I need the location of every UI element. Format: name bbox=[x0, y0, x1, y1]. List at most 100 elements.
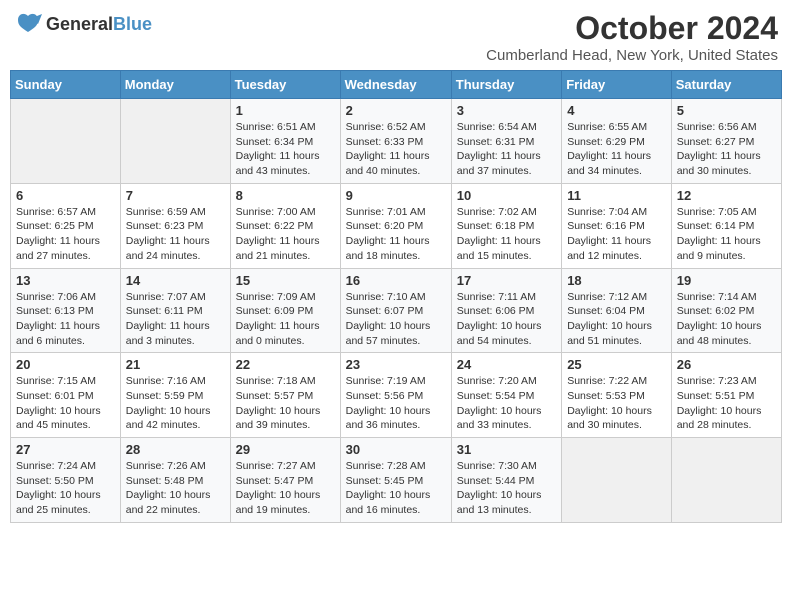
day-number: 26 bbox=[677, 357, 776, 372]
calendar-cell: 17 Sunrise: 7:11 AM Sunset: 6:06 PM Dayli… bbox=[451, 268, 561, 353]
calendar-cell: 28Sunrise: 7:26 AM Sunset: 5:48 PM Dayli… bbox=[120, 438, 230, 523]
calendar-cell: 21 Sunrise: 7:16 AM Sunset: 5:59 PM Dayli… bbox=[120, 353, 230, 438]
day-number: 7 bbox=[126, 188, 225, 203]
weekday-header-friday: Friday bbox=[562, 71, 672, 99]
day-info: Sunrise: 7:30 AM Sunset: 5:44 PM Dayligh… bbox=[457, 459, 556, 518]
weekday-header-monday: Monday bbox=[120, 71, 230, 99]
calendar-cell: 2Sunrise: 6:52 AM Sunset: 6:33 PM Daylig… bbox=[340, 99, 451, 184]
day-info: Sunrise: 7:00 AM Sunset: 6:22 PM Dayligh… bbox=[236, 205, 335, 264]
day-number: 30 bbox=[346, 442, 446, 457]
day-info: Sunrise: 7:10 AM Sunset: 6:07 PM Dayligh… bbox=[346, 290, 446, 349]
page-header: GeneralBlue October 2024 Cumberland Head… bbox=[10, 10, 782, 64]
day-info: Sunrise: 6:57 AM Sunset: 6:25 PM Dayligh… bbox=[16, 205, 115, 264]
day-number: 21 bbox=[126, 357, 225, 372]
day-number: 12 bbox=[677, 188, 776, 203]
day-info: Sunrise: 7:11 AM Sunset: 6:06 PM Dayligh… bbox=[457, 290, 556, 349]
day-info: Sunrise: 7:28 AM Sunset: 5:45 PM Dayligh… bbox=[346, 459, 446, 518]
day-number: 24 bbox=[457, 357, 556, 372]
calendar-cell: 7 Sunrise: 6:59 AM Sunset: 6:23 PM Daylig… bbox=[120, 183, 230, 268]
day-number: 18 bbox=[567, 273, 666, 288]
calendar-cell: 8Sunrise: 7:00 AM Sunset: 6:22 PM Daylig… bbox=[230, 183, 340, 268]
day-number: 29 bbox=[236, 442, 335, 457]
calendar-cell bbox=[11, 99, 121, 184]
weekday-header-tuesday: Tuesday bbox=[230, 71, 340, 99]
day-number: 23 bbox=[346, 357, 446, 372]
logo-blue: Blue bbox=[113, 14, 152, 34]
calendar-cell: 4 Sunrise: 6:55 AM Sunset: 6:29 PM Daylig… bbox=[562, 99, 672, 184]
day-number: 1 bbox=[236, 103, 335, 118]
day-info: Sunrise: 7:09 AM Sunset: 6:09 PM Dayligh… bbox=[236, 290, 335, 349]
calendar-cell: 27 Sunrise: 7:24 AM Sunset: 5:50 PM Dayli… bbox=[11, 438, 121, 523]
day-info: Sunrise: 6:59 AM Sunset: 6:23 PM Dayligh… bbox=[126, 205, 225, 264]
day-number: 3 bbox=[457, 103, 556, 118]
day-info: Sunrise: 7:16 AM Sunset: 5:59 PM Dayligh… bbox=[126, 374, 225, 433]
month-title: October 2024 bbox=[486, 10, 778, 47]
calendar-cell: 15 Sunrise: 7:09 AM Sunset: 6:09 PM Dayli… bbox=[230, 268, 340, 353]
day-number: 9 bbox=[346, 188, 446, 203]
calendar-cell: 13Sunrise: 7:06 AM Sunset: 6:13 PM Dayli… bbox=[11, 268, 121, 353]
calendar-cell: 6 Sunrise: 6:57 AM Sunset: 6:25 PM Daylig… bbox=[11, 183, 121, 268]
calendar-cell: 23Sunrise: 7:19 AM Sunset: 5:56 PM Dayli… bbox=[340, 353, 451, 438]
day-info: Sunrise: 6:51 AM Sunset: 6:34 PM Dayligh… bbox=[236, 120, 335, 179]
day-number: 4 bbox=[567, 103, 666, 118]
day-info: Sunrise: 7:07 AM Sunset: 6:11 PM Dayligh… bbox=[126, 290, 225, 349]
calendar-week-row: 20Sunrise: 7:15 AM Sunset: 6:01 PM Dayli… bbox=[11, 353, 782, 438]
day-info: Sunrise: 7:23 AM Sunset: 5:51 PM Dayligh… bbox=[677, 374, 776, 433]
day-info: Sunrise: 7:20 AM Sunset: 5:54 PM Dayligh… bbox=[457, 374, 556, 433]
day-number: 28 bbox=[126, 442, 225, 457]
calendar-cell bbox=[120, 99, 230, 184]
weekday-header-saturday: Saturday bbox=[671, 71, 781, 99]
calendar-cell: 1 Sunrise: 6:51 AM Sunset: 6:34 PM Daylig… bbox=[230, 99, 340, 184]
calendar-week-row: 27 Sunrise: 7:24 AM Sunset: 5:50 PM Dayli… bbox=[11, 438, 782, 523]
day-number: 19 bbox=[677, 273, 776, 288]
title-block: October 2024 Cumberland Head, New York, … bbox=[486, 10, 778, 64]
calendar-cell: 14Sunrise: 7:07 AM Sunset: 6:11 PM Dayli… bbox=[120, 268, 230, 353]
day-info: Sunrise: 7:02 AM Sunset: 6:18 PM Dayligh… bbox=[457, 205, 556, 264]
day-info: Sunrise: 7:22 AM Sunset: 5:53 PM Dayligh… bbox=[567, 374, 666, 433]
calendar-cell: 31 Sunrise: 7:30 AM Sunset: 5:44 PM Dayli… bbox=[451, 438, 561, 523]
weekday-header-sunday: Sunday bbox=[11, 71, 121, 99]
calendar-cell: 16 Sunrise: 7:10 AM Sunset: 6:07 PM Dayli… bbox=[340, 268, 451, 353]
location-subtitle: Cumberland Head, New York, United States bbox=[486, 47, 778, 64]
day-number: 31 bbox=[457, 442, 556, 457]
day-info: Sunrise: 7:18 AM Sunset: 5:57 PM Dayligh… bbox=[236, 374, 335, 433]
calendar-week-row: 13Sunrise: 7:06 AM Sunset: 6:13 PM Dayli… bbox=[11, 268, 782, 353]
calendar-table: SundayMondayTuesdayWednesdayThursdayFrid… bbox=[10, 70, 782, 523]
day-info: Sunrise: 7:05 AM Sunset: 6:14 PM Dayligh… bbox=[677, 205, 776, 264]
day-number: 27 bbox=[16, 442, 115, 457]
calendar-cell: 11Sunrise: 7:04 AM Sunset: 6:16 PM Dayli… bbox=[562, 183, 672, 268]
calendar-cell: 20Sunrise: 7:15 AM Sunset: 6:01 PM Dayli… bbox=[11, 353, 121, 438]
weekday-header-thursday: Thursday bbox=[451, 71, 561, 99]
calendar-cell bbox=[562, 438, 672, 523]
calendar-cell: 9Sunrise: 7:01 AM Sunset: 6:20 PM Daylig… bbox=[340, 183, 451, 268]
weekday-header-row: SundayMondayTuesdayWednesdayThursdayFrid… bbox=[11, 71, 782, 99]
calendar-cell: 26 Sunrise: 7:23 AM Sunset: 5:51 PM Dayli… bbox=[671, 353, 781, 438]
day-number: 15 bbox=[236, 273, 335, 288]
calendar-cell: 24 Sunrise: 7:20 AM Sunset: 5:54 PM Dayli… bbox=[451, 353, 561, 438]
day-number: 22 bbox=[236, 357, 335, 372]
calendar-cell: 25 Sunrise: 7:22 AM Sunset: 5:53 PM Dayli… bbox=[562, 353, 672, 438]
day-info: Sunrise: 6:56 AM Sunset: 6:27 PM Dayligh… bbox=[677, 120, 776, 179]
day-number: 17 bbox=[457, 273, 556, 288]
day-info: Sunrise: 7:06 AM Sunset: 6:13 PM Dayligh… bbox=[16, 290, 115, 349]
day-number: 16 bbox=[346, 273, 446, 288]
day-number: 6 bbox=[16, 188, 115, 203]
calendar-cell: 30 Sunrise: 7:28 AM Sunset: 5:45 PM Dayli… bbox=[340, 438, 451, 523]
calendar-week-row: 1 Sunrise: 6:51 AM Sunset: 6:34 PM Daylig… bbox=[11, 99, 782, 184]
calendar-cell: 10Sunrise: 7:02 AM Sunset: 6:18 PM Dayli… bbox=[451, 183, 561, 268]
day-number: 25 bbox=[567, 357, 666, 372]
day-info: Sunrise: 6:55 AM Sunset: 6:29 PM Dayligh… bbox=[567, 120, 666, 179]
day-number: 11 bbox=[567, 188, 666, 203]
weekday-header-wednesday: Wednesday bbox=[340, 71, 451, 99]
day-info: Sunrise: 7:14 AM Sunset: 6:02 PM Dayligh… bbox=[677, 290, 776, 349]
calendar-cell: 5Sunrise: 6:56 AM Sunset: 6:27 PM Daylig… bbox=[671, 99, 781, 184]
day-info: Sunrise: 7:27 AM Sunset: 5:47 PM Dayligh… bbox=[236, 459, 335, 518]
calendar-cell: 19 Sunrise: 7:14 AM Sunset: 6:02 PM Dayli… bbox=[671, 268, 781, 353]
logo: GeneralBlue bbox=[14, 10, 152, 38]
day-info: Sunrise: 7:24 AM Sunset: 5:50 PM Dayligh… bbox=[16, 459, 115, 518]
day-info: Sunrise: 7:15 AM Sunset: 6:01 PM Dayligh… bbox=[16, 374, 115, 433]
day-info: Sunrise: 6:52 AM Sunset: 6:33 PM Dayligh… bbox=[346, 120, 446, 179]
calendar-cell: 3Sunrise: 6:54 AM Sunset: 6:31 PM Daylig… bbox=[451, 99, 561, 184]
calendar-cell: 29 Sunrise: 7:27 AM Sunset: 5:47 PM Dayli… bbox=[230, 438, 340, 523]
logo-general: General bbox=[46, 14, 113, 34]
